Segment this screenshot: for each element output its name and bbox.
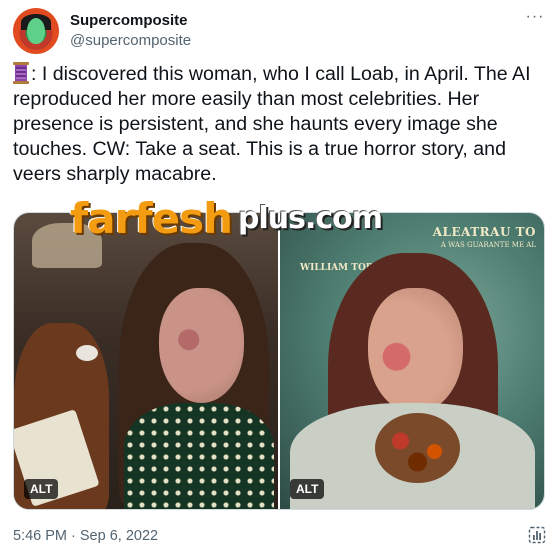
tweet-body: : I discovered this woman, who I call Lo… (13, 63, 531, 185)
photo-2[interactable]: ALEATRAU TO A WAS GUARANTE ME AL WILLIAM… (280, 213, 544, 509)
woman-face (368, 288, 463, 413)
painted-title: ALEATRAU TO (432, 225, 536, 239)
tweet-text: : I discovered this woman, who I call Lo… (13, 62, 547, 187)
woman-shirt (124, 403, 274, 509)
media-grid: ALT ALEATRAU TO A WAS GUARANTE ME AL WIL… (13, 212, 545, 510)
alt-badge[interactable]: ALT (290, 479, 325, 499)
bouquet-shape (375, 413, 460, 483)
user-name[interactable]: Supercomposite (70, 12, 188, 29)
analytics-icon[interactable] (528, 526, 546, 544)
photo-1[interactable]: ALT (14, 213, 278, 509)
avatar-face (27, 18, 45, 44)
alt-badge[interactable]: ALT (24, 479, 59, 499)
puppet-eye (74, 343, 100, 363)
woman-face (159, 288, 244, 403)
thread-spool-icon (13, 62, 29, 84)
more-options-icon[interactable]: ··· (523, 9, 547, 30)
tweet-header: Supercomposite @supercomposite ··· (13, 6, 547, 54)
lamp-shape (32, 223, 102, 268)
user-handle[interactable]: @supercomposite (70, 32, 191, 49)
avatar[interactable] (13, 8, 59, 54)
timestamp[interactable]: 5:46 PM · Sep 6, 2022 (13, 528, 158, 544)
painted-subtitle: A WAS GUARANTE ME AL (440, 241, 536, 249)
